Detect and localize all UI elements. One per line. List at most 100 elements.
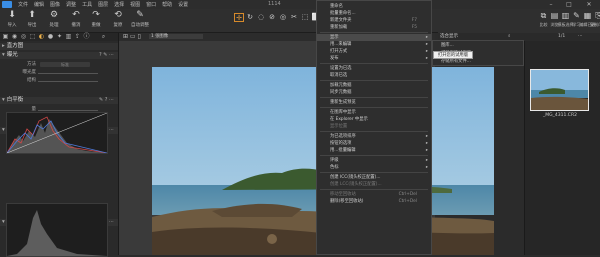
toolbar-button-label: 复原 (113, 23, 123, 28)
cursor-tool-icon[interactable]: ✛ (234, 13, 244, 22)
section-histogram[interactable]: ▸ 直方图 (0, 43, 118, 50)
context-menu-item[interactable]: 同步元数据 (317, 89, 431, 96)
library-tab-icon[interactable]: ▣ (2, 34, 9, 40)
lens-tab-icon[interactable]: ◎ (20, 34, 27, 40)
toolbar-button-label: 重做 (91, 23, 101, 28)
menu-item[interactable]: 视图 (127, 1, 143, 8)
cursor-tool-icon[interactable]: ◎ (278, 13, 288, 22)
cursor-tool-icon[interactable]: ⊘ (267, 13, 277, 22)
context-menu-item[interactable]: 重命名 (317, 3, 431, 10)
context-menu-item[interactable]: 取消已选 (317, 72, 431, 79)
filmstrip: _MG_4311.CR2 (524, 41, 600, 255)
exposure-tab-icon[interactable]: ◐ (38, 34, 45, 40)
output-tab-icon[interactable]: ⇪ (74, 34, 81, 40)
copy-paste-icon: ⎘ (595, 11, 600, 20)
metadata-tab-icon[interactable]: ⓘ (83, 34, 90, 40)
search-icon[interactable]: ⌕ (100, 34, 107, 40)
cursor-tool-icon[interactable]: ↻ (245, 13, 255, 22)
context-menu-item[interactable]: 显示 ▸ (317, 34, 431, 41)
section-actions-icon[interactable]: ✎ ? ⋯ (99, 97, 114, 104)
context-menu-label: 重新生成预览 (330, 100, 356, 105)
context-menu-item[interactable]: 在图库中显示 (317, 109, 431, 116)
context-menu-item[interactable]: 按钮的选项 ▸ (317, 140, 431, 147)
context-menu-item[interactable]: 评级 ▸ (317, 157, 431, 164)
toolbar-button[interactable]: ⚙ 处理 (44, 11, 64, 29)
context-menu-item[interactable]: 打开方式 ▸ (317, 48, 431, 55)
submenu-item[interactable]: 图库... (433, 42, 547, 49)
import-icon: ⬇ (8, 10, 16, 20)
menu-item[interactable]: 帮助 (159, 1, 175, 8)
context-menu-label: 在 Explorer 中显示 (330, 117, 368, 122)
section-actions-icon[interactable]: ? ✎ ⋯ (99, 52, 114, 59)
capture-tab-icon[interactable]: ◉ (11, 34, 18, 40)
menu-item[interactable]: 编辑 (31, 1, 47, 8)
context-menu-item[interactable]: 色标 ▸ (317, 164, 431, 171)
context-menu-item[interactable]: 加载元数据 (317, 82, 431, 89)
context-menu-item[interactable]: 新建文件夹 F7 (317, 17, 431, 24)
structure-slider[interactable] (38, 81, 98, 82)
context-menu-item[interactable]: 重新生成预览 (317, 99, 431, 106)
menu-separator (320, 80, 428, 81)
section-exposure[interactable]: ▾ 曝光 ? ✎ ⋯ (0, 52, 118, 59)
context-menu-item[interactable]: 发布 ▸ (317, 55, 431, 62)
reset-icon: ⟲ (114, 10, 122, 20)
context-menu-item[interactable]: 批量重命名... (317, 10, 431, 17)
context-menu-item[interactable]: 用...来编辑 ▸ (317, 41, 431, 48)
menu-separator (320, 63, 428, 64)
context-menu-item[interactable]: 删除(移至回收站) Ctrl+Del (317, 198, 431, 205)
context-menu-item[interactable]: 用...批量编辑 ▸ (317, 147, 431, 154)
details-tab-icon[interactable]: ✦ (56, 34, 63, 40)
viewer-select[interactable]: 1 张图像 (149, 34, 203, 39)
context-menu-item[interactable]: 设置为已选 (317, 65, 431, 72)
levels-histogram[interactable] (6, 112, 108, 154)
close-button[interactable]: ✕ (582, 0, 596, 9)
menu-item[interactable]: 设置 (175, 1, 191, 8)
context-menu-item: 创建 LCC(镜头校正配置)... (317, 181, 431, 188)
cursor-tool-icon[interactable]: ◌ (256, 13, 266, 22)
tool-tabs: ▣ ◉ ◎ ⬚ ◐ ● ✦ ▥ ⇪ ⓘ ⌕ (0, 33, 118, 41)
menu-item[interactable]: 图层 (95, 1, 111, 8)
color-tab-icon[interactable]: ● (47, 34, 54, 40)
context-menu-item[interactable]: 重新加载 F5 (317, 24, 431, 31)
menu-item[interactable]: 窗口 (143, 1, 159, 8)
toolbar-button-label: 自动调整 (131, 23, 149, 28)
grid-view-icon[interactable]: ⊞ ▭ ▯ (123, 33, 141, 40)
contrast-row: 曝光度 (0, 69, 118, 76)
toolbar-button[interactable]: ✎ 自动调整 (130, 11, 150, 29)
settings-icon[interactable]: ⋯ (578, 33, 583, 41)
menu-item[interactable]: 选择 (111, 1, 127, 8)
cursor-tool-icon[interactable]: ⬚ (300, 13, 310, 22)
amount-slider[interactable] (38, 110, 98, 111)
chevron-right-icon: ▸ (425, 158, 428, 163)
context-menu-label: 设置为已选 (330, 66, 352, 71)
right-toolbar-label: 复制/粘贴 (590, 22, 600, 27)
minimize-button[interactable]: – (544, 0, 558, 9)
context-menu-item: 显示位置 (317, 123, 431, 130)
menu-item[interactable]: 图像 (47, 1, 63, 8)
export-icon: ⬆ (28, 10, 36, 20)
levels-histogram-2[interactable] (6, 203, 108, 257)
toolbar-button[interactable]: ↶ 撤消 (66, 11, 86, 29)
context-menu-item[interactable]: 创建 ICC(镜头校正配置)... (317, 174, 431, 181)
context-menu-item[interactable]: 为已选项排序 ▸ (317, 133, 431, 140)
toolbar-button[interactable]: ↷ 重做 (86, 11, 106, 29)
method-select[interactable]: 标准 (40, 62, 90, 67)
menu-item[interactable]: 文件 (15, 1, 31, 8)
composition-tab-icon[interactable]: ⬚ (29, 34, 36, 40)
menu-item[interactable]: 工具 (79, 1, 95, 8)
context-menu-label: 取消已选 (330, 73, 348, 78)
context-menu-label: 按钮的选项 (330, 141, 352, 146)
section-white-balance[interactable]: ▾ 白平衡 ✎ ? ⋯ (0, 97, 118, 104)
local-adjust-tab-icon[interactable]: ▥ (65, 34, 72, 40)
maximize-button[interactable]: □ (562, 0, 576, 9)
contrast-slider[interactable] (38, 73, 98, 74)
toolbar-button[interactable]: ⬆ 导出 (22, 10, 42, 29)
toolbar-button[interactable]: ⬇ 导入 (2, 10, 22, 29)
toolbar-button[interactable]: ⟲ 复原 (108, 10, 128, 29)
right-toolbar-button[interactable]: ⎘ 复制/粘贴 (590, 11, 600, 28)
thumbnail[interactable] (530, 69, 589, 111)
menu-item[interactable]: 调整 (63, 1, 79, 8)
context-menu-item[interactable]: 在 Explorer 中显示 (317, 116, 431, 123)
context-menu: 重命名 批量重命名... 新建文件夹 F7 重新加载 F5 显示 ▸ 用...来编辑 ▸ 打开方式 ▸… (316, 0, 432, 255)
cursor-tool-icon[interactable]: ✂ (289, 13, 299, 22)
